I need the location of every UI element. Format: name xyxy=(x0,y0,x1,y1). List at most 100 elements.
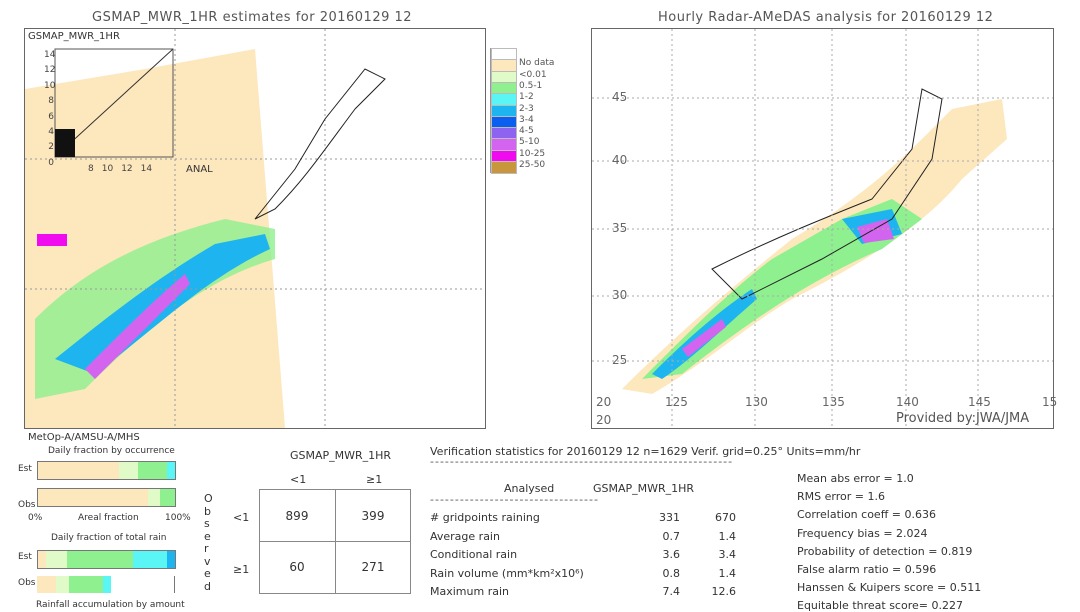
tick: 0 xyxy=(48,157,54,168)
scatter-points xyxy=(55,129,75,157)
total-rain-obs-bar xyxy=(37,576,175,593)
inset-ylabel: GSMAP_MWR_1HR xyxy=(28,31,120,42)
tick: 4 xyxy=(48,127,54,138)
bar-segment xyxy=(159,489,175,506)
bar-segment xyxy=(147,489,160,506)
stat-label: # gridpoints raining xyxy=(430,511,540,524)
stat-label: Maximum rain xyxy=(430,585,509,598)
bar-segment xyxy=(56,576,69,593)
score-line: Equitable threat score= 0.227 xyxy=(797,599,963,612)
right-map-title: Hourly Radar-AMeDAS analysis for 2016012… xyxy=(658,10,994,25)
score-line: False alarm ratio = 0.596 xyxy=(797,563,937,576)
right-map[interactable] xyxy=(591,28,1054,429)
bar-segment xyxy=(102,576,111,593)
tick: 6 xyxy=(48,111,54,122)
divider: ----------------------------------------… xyxy=(430,455,734,468)
tick: 125 xyxy=(665,395,688,409)
tick: 130 xyxy=(745,395,768,409)
occurrence-est-bar xyxy=(37,461,176,480)
col-label: <1 xyxy=(290,473,307,486)
color-legend: No data <0.01 0.5-1 1-2 2-3 3-4 4-5 5-10 10-25 25… xyxy=(490,48,571,174)
bar-segment xyxy=(118,462,138,479)
axis-right: 100% xyxy=(165,513,191,523)
legend-swatch xyxy=(491,161,517,174)
inset-xlabel: ANAL xyxy=(186,164,213,175)
tick: 35 xyxy=(612,221,628,235)
divider: ---------------------------------- xyxy=(430,493,599,506)
score-line: Probability of detection = 0.819 xyxy=(797,544,973,558)
score-line: RMS error = 1.6 xyxy=(797,490,885,504)
tick: 12 xyxy=(44,65,56,76)
stat-analysed: 0.7 xyxy=(662,529,681,543)
stat-analysed: 0.8 xyxy=(662,566,681,580)
stat-label: Rain volume (mm*km²x10⁶) xyxy=(430,566,584,580)
stat-analysed: 7.4 xyxy=(662,585,681,598)
tick: 14 xyxy=(140,164,153,174)
axis-left: 0% xyxy=(28,513,43,523)
score-line: Frequency bias = 2.024 xyxy=(797,526,928,540)
cell-misses: 60 xyxy=(289,560,305,574)
rain-area-heavy xyxy=(37,234,67,246)
legend-label: 5-10 xyxy=(519,137,540,148)
bar-segment xyxy=(68,576,103,593)
stat-gsmap: 1.4 xyxy=(718,566,737,580)
score-line: Hanssen & Kuipers score = 0.511 xyxy=(797,581,982,595)
score-line: Correlation coeff = 0.636 xyxy=(797,508,936,522)
stat-gsmap: 670 xyxy=(715,511,736,524)
bar-segment xyxy=(38,489,148,506)
tick: 145 xyxy=(968,395,991,409)
legend-label: <0.01 xyxy=(519,69,547,80)
bar-segment xyxy=(37,576,57,593)
est-label: Est xyxy=(18,464,32,474)
left-map-svg xyxy=(25,29,485,428)
legend-label: 0.5-1 xyxy=(519,80,543,91)
occurrence-title: Daily fraction by occurrence xyxy=(48,446,175,456)
bar-segment xyxy=(46,551,67,568)
legend-label: 25-50 xyxy=(519,160,546,170)
row-label: ≥1 xyxy=(233,563,250,576)
bar-segment xyxy=(38,551,47,568)
bar-segment xyxy=(66,551,133,568)
tick: 14 xyxy=(44,50,56,60)
tick: 8 xyxy=(48,96,54,107)
legend-label: 3-4 xyxy=(519,114,534,125)
stat-analysed: 331 xyxy=(659,511,680,524)
left-map[interactable] xyxy=(24,28,486,429)
legend-label: 10-25 xyxy=(519,148,546,159)
stat-label: Average rain xyxy=(430,529,500,543)
right-map-svg xyxy=(592,29,1053,428)
tick: 20 xyxy=(596,395,612,409)
legend-label: 4-5 xyxy=(519,126,534,137)
stat-label: Conditional rain xyxy=(430,548,518,561)
credit: Provided by:JWA/JMA xyxy=(896,411,1030,426)
total-rain-title: Daily fraction of total rain xyxy=(51,533,167,543)
est-label: Est xyxy=(18,552,32,562)
tick: 20 xyxy=(596,413,612,427)
bar-segment xyxy=(38,462,119,479)
tick: 10 xyxy=(101,164,114,174)
col-label: ≥1 xyxy=(366,473,383,486)
bar-segment xyxy=(166,462,175,479)
legend-label: No data xyxy=(519,58,555,69)
total-rain-footer: Rainfall accumulation by amount xyxy=(36,600,185,610)
score-line: Mean abs error = 1.0 xyxy=(797,472,914,485)
cell-hits: 271 xyxy=(361,560,385,574)
tick: 40 xyxy=(612,153,628,167)
row-label: <1 xyxy=(233,511,250,524)
cell-false-alarms: 399 xyxy=(361,509,385,523)
stat-gsmap: 3.4 xyxy=(718,548,737,561)
total-rain-est-bar xyxy=(37,550,176,569)
tick: 140 xyxy=(896,395,919,409)
axis-mid: Areal fraction xyxy=(78,513,139,523)
bar-segment xyxy=(132,551,167,568)
coastline xyxy=(254,68,386,220)
cell-hits-none: 899 xyxy=(285,509,309,523)
occurrence-obs-bar xyxy=(37,488,176,507)
legend-label: 1-2 xyxy=(519,92,534,103)
satellite-label: MetOp-A/AMSU-A/MHS xyxy=(28,432,140,443)
stat-gsmap: 1.4 xyxy=(718,529,737,543)
tick: 25 xyxy=(612,353,628,367)
inset-x-ticks: 8 10 12 14 xyxy=(88,164,152,174)
left-map-title: GSMAP_MWR_1HR estimates for 20160129 12 xyxy=(92,10,413,25)
bar-segment xyxy=(166,551,175,568)
